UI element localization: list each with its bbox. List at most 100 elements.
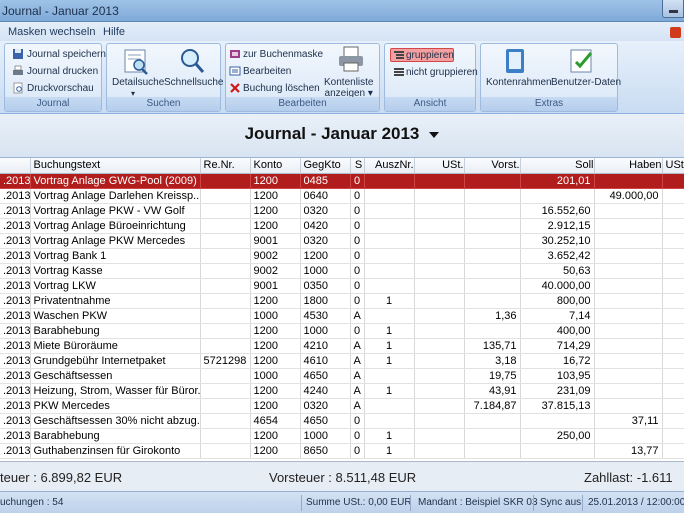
table-cell bbox=[364, 263, 415, 279]
table-row[interactable]: .2013 Miete Büroräume 1200 4210 A 1 135,71 714,… bbox=[0, 338, 684, 354]
table-cell bbox=[200, 278, 251, 294]
table-cell bbox=[414, 413, 465, 429]
table-cell: 4654 bbox=[250, 413, 301, 429]
table-row[interactable]: .2013 Vortrag Bank 1 9002 1200 0 3.652,42 bbox=[0, 248, 684, 264]
table-cell: 1200 bbox=[250, 293, 301, 309]
journal-speichern-button[interactable]: Journal speichern bbox=[27, 49, 106, 60]
table-cell: 1 bbox=[364, 353, 415, 369]
journal-drucken-button[interactable]: Journal drucken bbox=[27, 66, 98, 77]
table-row[interactable]: .2013 Barabhebung 1200 1000 0 1 400,00 bbox=[0, 323, 684, 339]
table-cell: Privatentnahme bbox=[30, 293, 201, 309]
summary-bar: teuer : 6.899,82 EUR Vorsteuer : 8.511,4… bbox=[0, 461, 684, 491]
benutzer-daten-button[interactable]: Benutzer-Daten bbox=[551, 77, 621, 88]
table-cell bbox=[464, 428, 521, 444]
table-cell bbox=[200, 188, 251, 204]
table-cell bbox=[414, 383, 465, 399]
table-cell: Waschen PKW bbox=[30, 308, 201, 324]
column-header[interactable]: Buchungstext bbox=[30, 158, 201, 174]
table-cell: .2013 bbox=[0, 203, 31, 219]
table-cell: 1200 bbox=[250, 398, 301, 414]
table-cell: 4240 bbox=[300, 383, 351, 399]
column-header[interactable]: USt. bbox=[414, 158, 465, 174]
schnellsuche-button[interactable]: Schnellsuche bbox=[164, 77, 223, 88]
table-row[interactable]: .2013 Heizung, Strom, Wasser für Büror...… bbox=[0, 383, 684, 399]
ribbon-group-label: Journal bbox=[5, 97, 101, 111]
rss-icon[interactable] bbox=[670, 27, 681, 38]
zur-buchenmaske-button[interactable]: zur Buchenmaske bbox=[243, 49, 323, 60]
status-summe-ust[interactable]: Summe USt.: 0,00 EUR bbox=[306, 497, 412, 508]
table-row[interactable]: .2013 Vortrag Kasse 9002 1000 0 50,63 bbox=[0, 263, 684, 279]
table-cell: 4210 bbox=[300, 338, 351, 354]
table-row[interactable]: .2013 Guthabenzinsen für Girokonto 1200 865… bbox=[0, 443, 684, 459]
nicht-gruppieren-button[interactable]: nicht gruppieren bbox=[406, 67, 478, 78]
column-header[interactable]: Vorst. bbox=[464, 158, 521, 174]
table-cell: 1000 bbox=[300, 323, 351, 339]
print-icon bbox=[13, 65, 23, 75]
table-cell bbox=[594, 353, 663, 369]
table-cell: 4650 bbox=[300, 413, 351, 429]
table-cell: 16,72 bbox=[520, 353, 595, 369]
table-cell bbox=[200, 368, 251, 384]
journal-table[interactable]: Buchungstext Re.Nr. Konto GegKto S AuszNr. USt… bbox=[0, 158, 684, 461]
table-row[interactable]: .2013 Vortrag Anlage PKW - VW Golf 1200 032… bbox=[0, 203, 684, 219]
status-divider bbox=[301, 495, 302, 511]
buchung-loeschen-button[interactable]: Buchung löschen bbox=[243, 83, 320, 94]
table-cell bbox=[464, 188, 521, 204]
table-row[interactable]: .2013 PKW Mercedes 1200 0320 A 7.184,87 37.815… bbox=[0, 398, 684, 414]
table-cell: Grundgebühr Internetpaket bbox=[30, 353, 201, 369]
table-cell: 1 bbox=[364, 443, 415, 459]
table-row[interactable]: .2013 Barabhebung 1200 1000 0 1 250,00 bbox=[0, 428, 684, 444]
column-header[interactable]: Soll bbox=[520, 158, 595, 174]
column-header[interactable]: Konto bbox=[250, 158, 301, 174]
column-header[interactable]: USt bbox=[662, 158, 684, 174]
druckvorschau-button[interactable]: Druckvorschau bbox=[27, 83, 94, 94]
table-row[interactable]: .2013 Vortrag Anlage PKW Mercedes 9001 0320… bbox=[0, 233, 684, 249]
detailsuche-button[interactable]: Detailsuche bbox=[112, 77, 164, 88]
column-header[interactable]: Haben bbox=[594, 158, 663, 174]
table-row[interactable]: .2013 Vortrag LKW 9001 0350 0 40.000,00 bbox=[0, 278, 684, 294]
book-icon bbox=[230, 50, 240, 58]
table-cell: 0320 bbox=[300, 233, 351, 249]
table-cell bbox=[594, 233, 663, 249]
chevron-down-icon[interactable] bbox=[429, 131, 440, 138]
kontenliste-anzeigen-button[interactable]: Kontenliste anzeigen ▾ bbox=[324, 77, 373, 99]
ungroup-icon bbox=[394, 68, 404, 76]
table-row[interactable]: .2013 Geschäftsessen 1000 4650 A 19,75 103,95 bbox=[0, 368, 684, 384]
menu-masken-wechseln[interactable]: Masken wechseln bbox=[8, 26, 95, 38]
table-cell: Vortrag Anlage PKW Mercedes bbox=[30, 233, 201, 249]
column-header[interactable]: Re.Nr. bbox=[200, 158, 251, 174]
journal-title[interactable]: Journal - Januar 2013 bbox=[0, 124, 684, 144]
table-cell bbox=[662, 323, 684, 339]
table-row[interactable]: .2013 Vortrag Anlage GWG-Pool (2009) 1200 0… bbox=[0, 173, 684, 189]
table-cell bbox=[662, 173, 684, 189]
table-row[interactable]: .2013 Grundgebühr Internetpaket 5721298 120… bbox=[0, 353, 684, 369]
table-cell: 0 bbox=[350, 188, 365, 204]
table-cell: 40.000,00 bbox=[520, 278, 595, 294]
column-header[interactable]: AuszNr. bbox=[364, 158, 415, 174]
table-row[interactable]: .2013 Waschen PKW 1000 4530 A 1,36 7,14 bbox=[0, 308, 684, 324]
table-cell: 0 bbox=[350, 233, 365, 249]
minimize-button[interactable] bbox=[662, 0, 684, 18]
table-cell: 0320 bbox=[300, 203, 351, 219]
table-cell: 9001 bbox=[250, 278, 301, 294]
table-row[interactable]: .2013 Privatentnahme 1200 1800 0 1 800,00 bbox=[0, 293, 684, 309]
bearbeiten-button[interactable]: Bearbeiten bbox=[243, 66, 291, 77]
table-row[interactable]: .2013 Geschäftsessen 30% nicht abzug... 46… bbox=[0, 413, 684, 429]
table-row[interactable]: .2013 Vortrag Anlage Darlehen Kreissp... 1… bbox=[0, 188, 684, 204]
table-cell bbox=[464, 443, 521, 459]
column-header[interactable]: S bbox=[350, 158, 365, 174]
save-icon bbox=[13, 49, 23, 59]
kontenrahmen-button[interactable]: Kontenrahmen bbox=[486, 77, 552, 88]
status-divider bbox=[582, 495, 583, 511]
table-cell bbox=[464, 413, 521, 429]
menu-hilfe[interactable]: Hilfe bbox=[103, 26, 125, 38]
ribbon-group-suchen: Detailsuche ▾ Schnellsuche Suchen bbox=[106, 43, 223, 112]
column-header[interactable]: GegKto bbox=[300, 158, 351, 174]
table-row[interactable]: .2013 Vortrag Anlage Büroeinrichtung 1200 0… bbox=[0, 218, 684, 234]
table-cell: 19,75 bbox=[464, 368, 521, 384]
column-header[interactable] bbox=[0, 158, 31, 174]
table-cell: 0 bbox=[350, 293, 365, 309]
table-cell bbox=[414, 263, 465, 279]
table-cell: 9001 bbox=[250, 233, 301, 249]
kontenliste-label-line1: Kontenliste bbox=[324, 77, 374, 88]
